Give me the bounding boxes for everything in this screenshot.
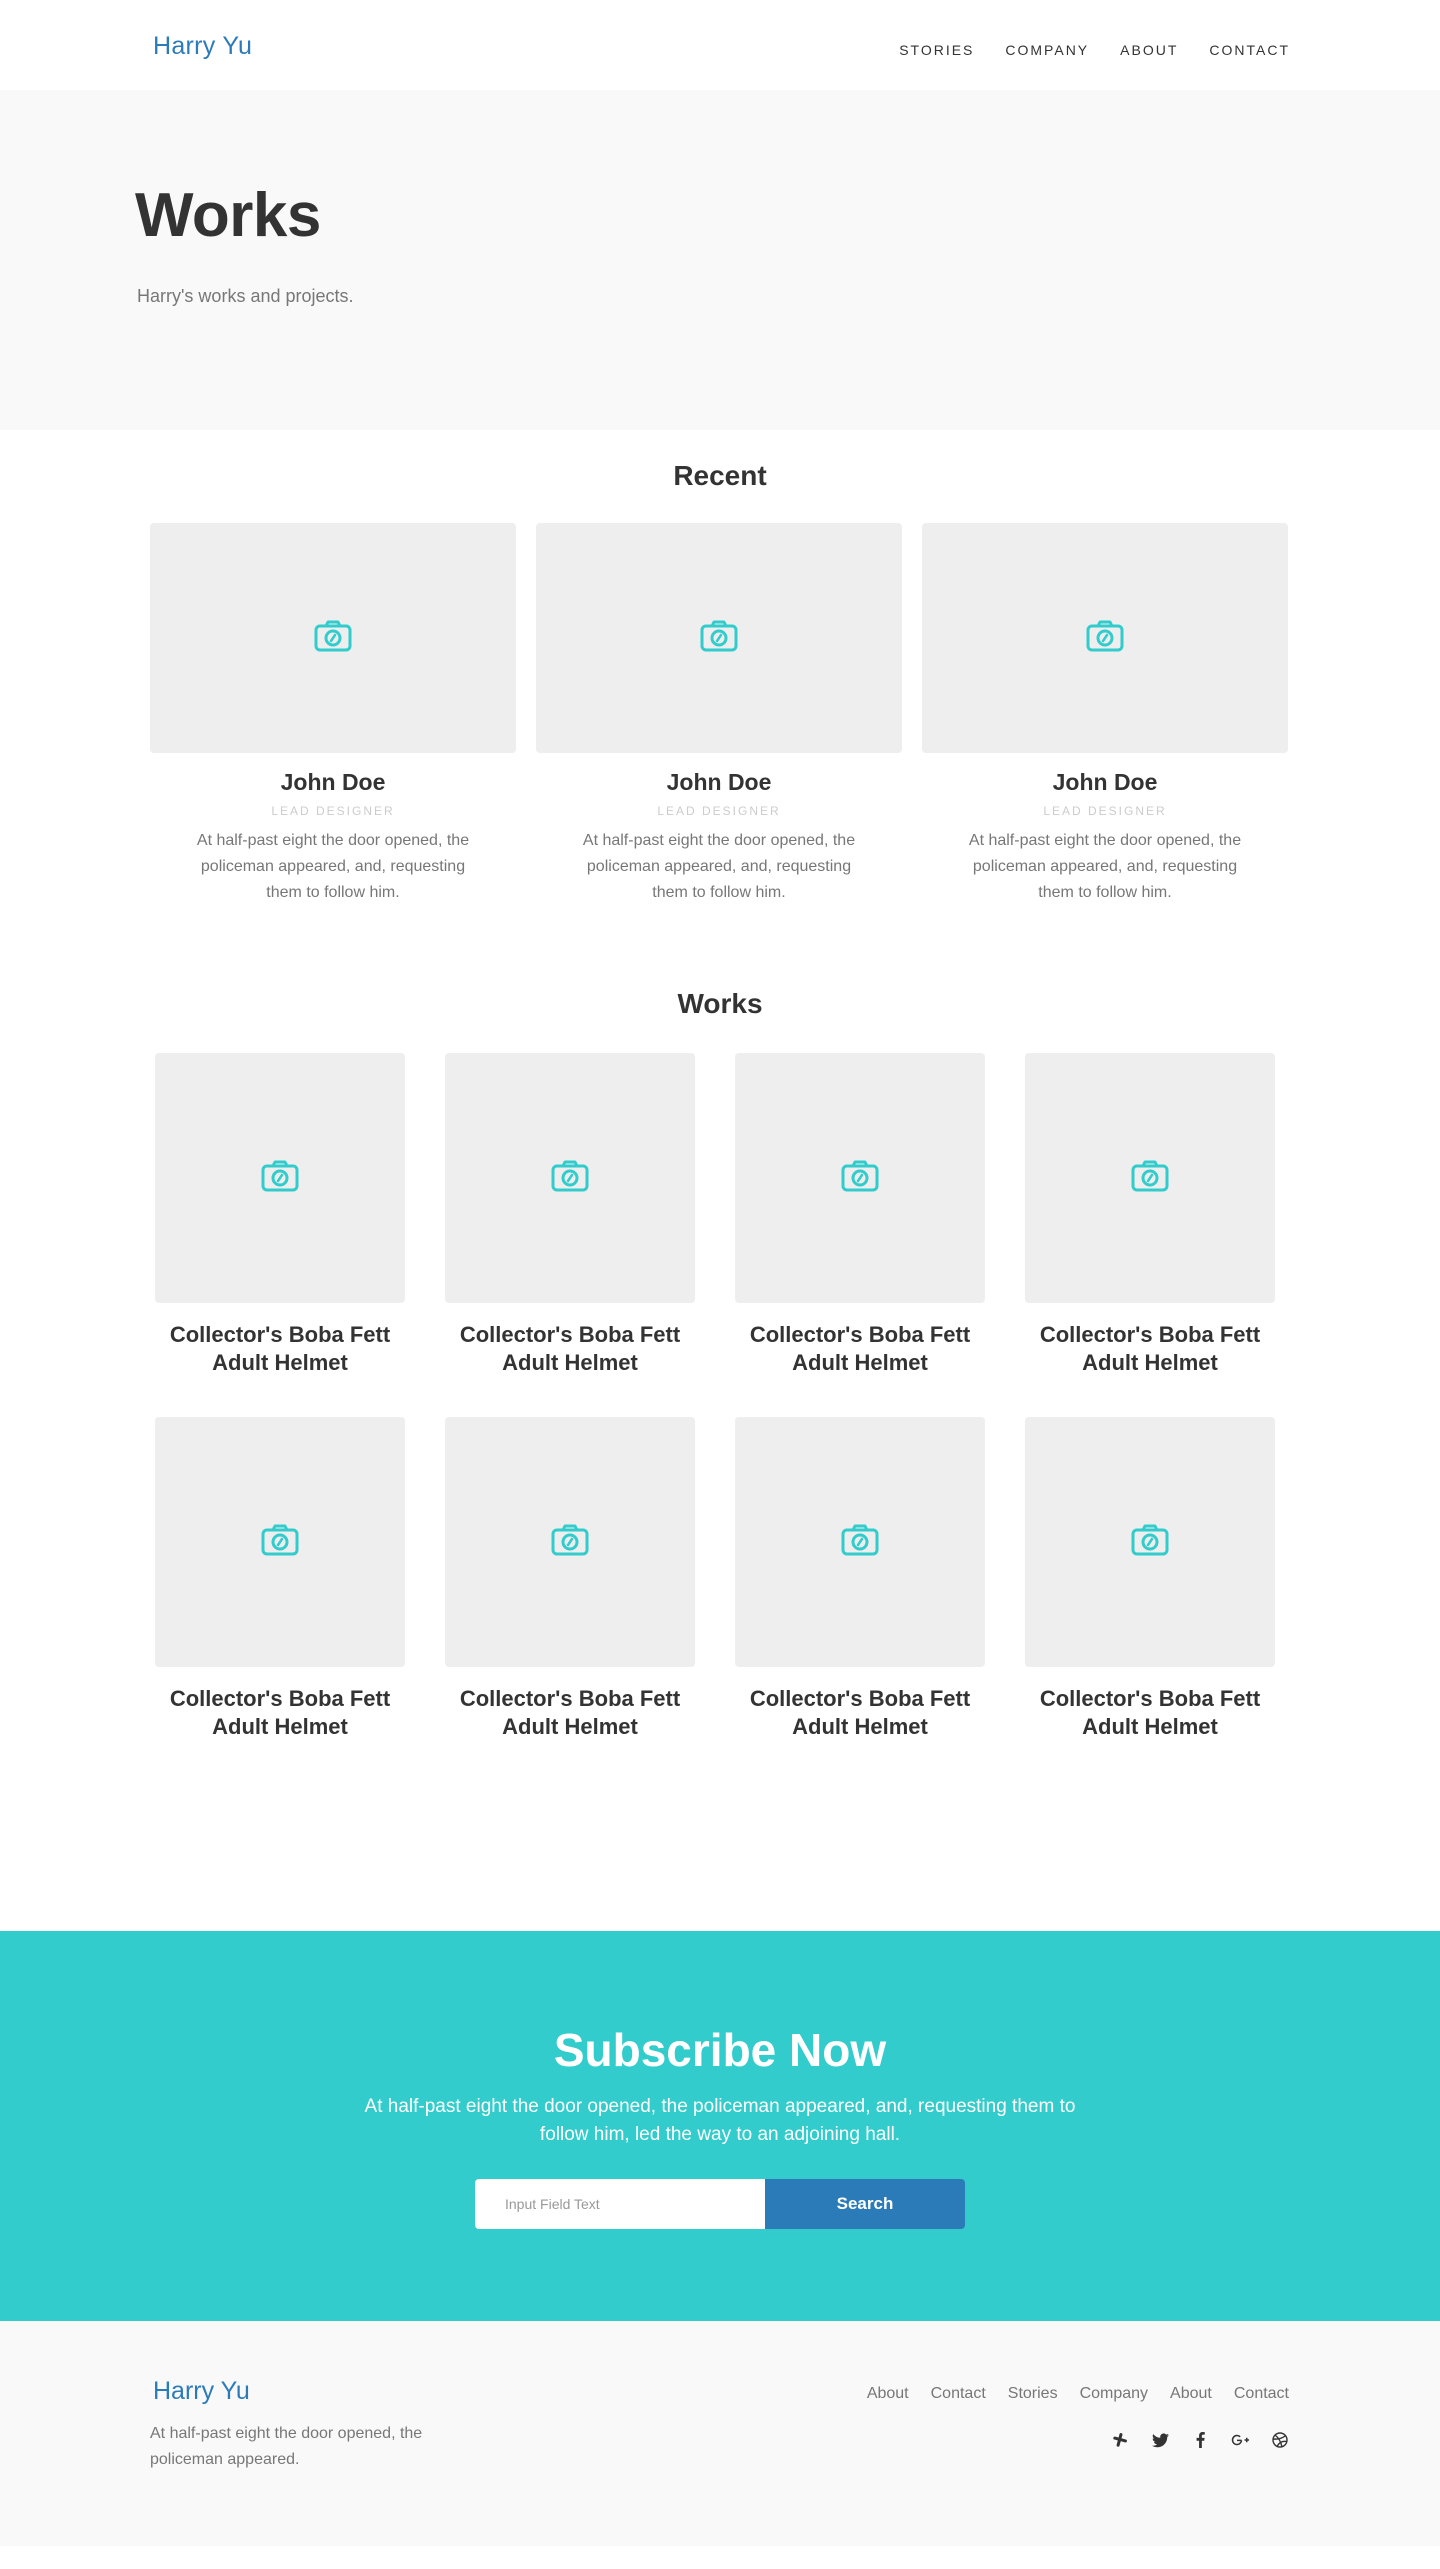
subscribe-input[interactable] [475,2179,765,2229]
twitter-icon[interactable] [1151,2431,1169,2449]
work-card[interactable]: Collector's Boba Fett Adult Helmet [155,1417,405,1741]
works-section-title: Works [677,988,763,1019]
subscribe-form: Search [0,2179,1440,2229]
subscribe-text: At half-past eight the door opened, the … [364,2096,1076,2145]
image-placeholder [536,523,902,753]
work-title: Collector's Boba Fett Adult Helmet [1039,1322,1261,1375]
logo[interactable]: Harry Yu [153,32,252,61]
footer-description: At half-past eight the door opened, the … [150,2425,423,2468]
image-placeholder [445,1417,695,1667]
image-placeholder [155,1417,405,1667]
footer-link-company[interactable]: Company [1080,2385,1148,2403]
image-placeholder [155,1053,405,1303]
image-placeholder [1025,1053,1275,1303]
subscribe-title: Subscribe Now [553,2024,887,2076]
nav-item-stories[interactable]: STORIES [899,42,974,58]
camera-icon [700,620,738,657]
card-name: John Doe [280,769,386,795]
footer-link-about[interactable]: About [867,2385,909,2403]
work-title: Collector's Boba Fett Adult Helmet [169,1322,391,1375]
card-name: John Doe [1052,769,1158,795]
card-description: At half-past eight the door opened, the … [968,832,1242,901]
nav-item-about[interactable]: ABOUT [1120,42,1178,58]
dribbble-icon[interactable] [1271,2431,1289,2449]
recent-card[interactable]: John Doe LEAD DESIGNER At half-past eigh… [922,523,1288,906]
nav-item-company[interactable]: COMPANY [1005,42,1089,58]
page-subtitle: Harry's works and projects. [137,286,354,306]
page-title: Works [135,181,321,250]
work-card[interactable]: Collector's Boba Fett Adult Helmet [1025,1053,1275,1377]
camera-icon [551,1160,589,1197]
image-placeholder [735,1053,985,1303]
main-nav: STORIES COMPANY ABOUT CONTACT [899,42,1290,58]
google-plus-icon[interactable] [1231,2431,1249,2449]
work-card[interactable]: Collector's Boba Fett Adult Helmet [445,1417,695,1741]
camera-icon [261,1524,299,1561]
work-card[interactable]: Collector's Boba Fett Adult Helmet [445,1053,695,1377]
card-description: At half-past eight the door opened, the … [196,832,470,901]
work-title: Collector's Boba Fett Adult Helmet [749,1686,971,1739]
card-name: John Doe [666,769,772,795]
card-description: At half-past eight the door opened, the … [582,832,856,901]
card-role: LEAD DESIGNER [271,804,395,818]
subscribe-section: Subscribe Now At half-past eight the doo… [0,1931,1440,2321]
work-title: Collector's Boba Fett Adult Helmet [1039,1686,1261,1739]
camera-icon [314,620,352,657]
image-placeholder [922,523,1288,753]
camera-icon [841,1524,879,1561]
slack-icon[interactable] [1111,2431,1129,2449]
card-role: LEAD DESIGNER [657,804,781,818]
social-links [1111,2431,1289,2449]
image-placeholder [150,523,516,753]
recent-grid: John Doe LEAD DESIGNER At half-past eigh… [150,523,1290,906]
recent-card[interactable]: John Doe LEAD DESIGNER At half-past eigh… [150,523,516,906]
recent-card[interactable]: John Doe LEAD DESIGNER At half-past eigh… [536,523,902,906]
work-title: Collector's Boba Fett Adult Helmet [169,1686,391,1739]
camera-icon [261,1160,299,1197]
footer-link-stories[interactable]: Stories [1008,2385,1058,2403]
footer-link-about[interactable]: About [1170,2385,1212,2403]
work-title: Collector's Boba Fett Adult Helmet [459,1686,681,1739]
work-title: Collector's Boba Fett Adult Helmet [459,1322,681,1375]
camera-icon [1131,1160,1169,1197]
footer-link-contact[interactable]: Contact [931,2385,986,2403]
footer-logo[interactable]: Harry Yu [153,2377,250,2406]
camera-icon [1086,620,1124,657]
hero-section: Works Harry's works and projects. [0,90,1440,430]
camera-icon [551,1524,589,1561]
recent-section-title: Recent [673,460,767,491]
image-placeholder [735,1417,985,1667]
work-card[interactable]: Collector's Boba Fett Adult Helmet [735,1417,985,1741]
work-title: Collector's Boba Fett Adult Helmet [749,1322,971,1375]
facebook-icon[interactable] [1191,2431,1209,2449]
work-card[interactable]: Collector's Boba Fett Adult Helmet [155,1053,405,1377]
camera-icon [1131,1524,1169,1561]
site-header: Harry Yu STORIES COMPANY ABOUT CONTACT [0,0,1440,90]
work-card[interactable]: Collector's Boba Fett Adult Helmet [735,1053,985,1377]
footer-link-contact[interactable]: Contact [1234,2385,1289,2403]
image-placeholder [1025,1417,1275,1667]
search-button[interactable]: Search [765,2179,965,2229]
image-placeholder [445,1053,695,1303]
camera-icon [841,1160,879,1197]
nav-item-contact[interactable]: CONTACT [1209,42,1290,58]
works-grid: Collector's Boba Fett Adult Helmet Colle… [155,1053,1285,1741]
card-role: LEAD DESIGNER [1043,804,1167,818]
footer-nav: About Contact Stories Company About Cont… [867,2385,1289,2403]
site-footer: Harry Yu At half-past eight the door ope… [0,2321,1440,2546]
work-card[interactable]: Collector's Boba Fett Adult Helmet [1025,1417,1275,1741]
